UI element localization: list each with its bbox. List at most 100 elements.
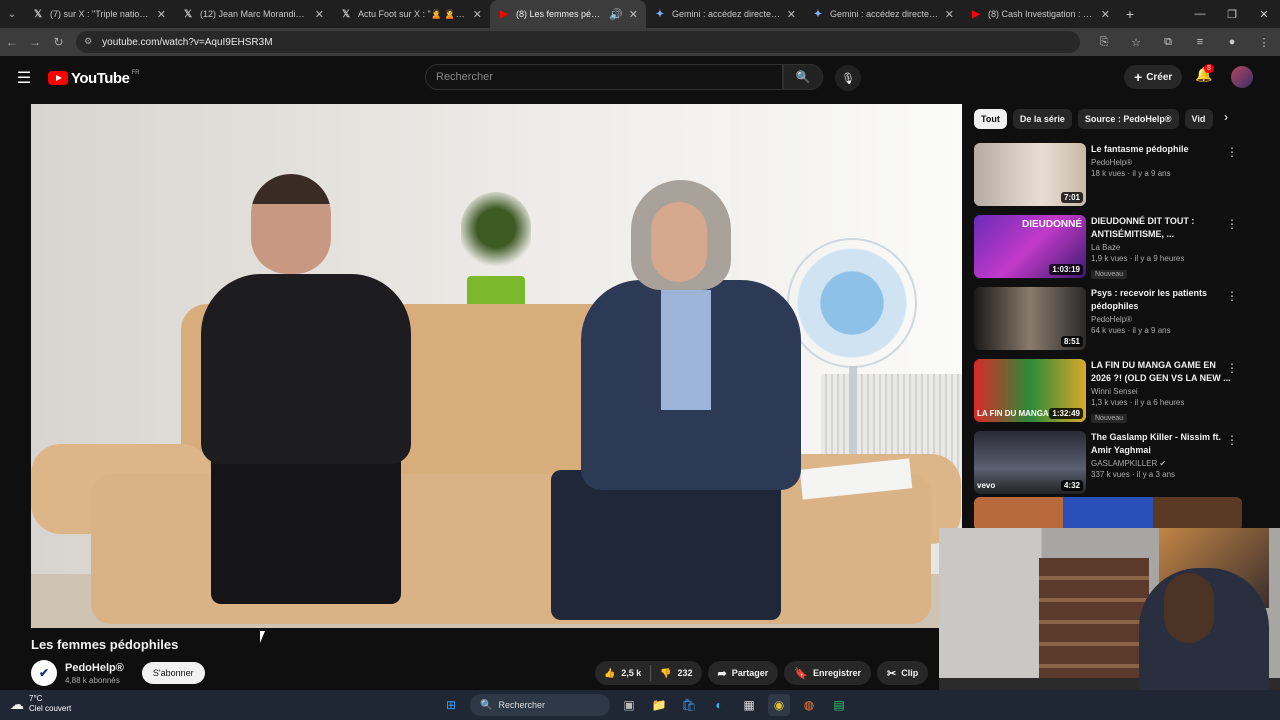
extensions-icon[interactable]: ⧉ (1152, 36, 1184, 49)
clip-button[interactable]: ✂ Clip (876, 661, 929, 685)
recommendation-item[interactable]: 7:01 Le fantasme pédophile PedoHelp® 18 … (974, 143, 1250, 207)
close-tab-icon[interactable]: ✕ (473, 8, 482, 21)
subscribe-button[interactable]: S'abonner (141, 662, 205, 684)
recommendation-item[interactable]: 8:51 Psys : recevoir les patients pédoph… (974, 287, 1250, 351)
chevron-right-icon[interactable]: › (1216, 110, 1236, 130)
tab-search-icon[interactable]: ⌄ (0, 0, 24, 28)
more-options-icon[interactable]: ⋮ (1226, 361, 1238, 375)
close-window-icon[interactable]: ✕ (1248, 8, 1280, 21)
search-button[interactable]: 🔍 (783, 64, 823, 90)
save-button[interactable]: 🔖 Enregistrer (784, 661, 871, 685)
more-options-icon[interactable]: ⋮ (1226, 145, 1238, 159)
dislike-button[interactable]: 👎 232 (651, 668, 701, 679)
bookmark-star-icon[interactable]: ☆ (1120, 36, 1152, 49)
new-tab-icon[interactable]: + (1118, 6, 1142, 22)
store-icon[interactable]: 🛍 (678, 694, 700, 716)
forward-icon[interactable]: → (23, 35, 46, 49)
tab-title: Gemini : accédez directement à (830, 9, 939, 19)
taskbar-search[interactable]: 🔍 Rechercher (470, 694, 610, 716)
recommendation-item[interactable]: DIEUDONNÉ 1:03:19 DIEUDONNÉ DIT TOUT : A… (974, 215, 1250, 279)
browser-tab[interactable]: ▶ (8) Cash Investigation : Périscol ✕ (962, 0, 1118, 28)
rec-title[interactable]: Le fantasme pédophile (1091, 143, 1231, 156)
app-icon[interactable]: ▤ (828, 694, 850, 716)
rec-channel[interactable]: Winni Sensei (1091, 387, 1231, 396)
browser-tab-active[interactable]: ▶ (8) Les femmes pédophiles 🔊 ✕ (490, 0, 646, 28)
video-thumbnail[interactable]: DIEUDONNÉ 1:03:19 (974, 215, 1086, 278)
edge-icon[interactable]: ◐ (708, 694, 730, 716)
video-frame-fan (787, 238, 917, 368)
close-tab-icon[interactable]: ✕ (629, 8, 638, 21)
close-tab-icon[interactable]: ✕ (787, 8, 796, 21)
youtube-play-icon (48, 71, 68, 85)
plus-icon: + (1134, 69, 1143, 85)
rec-title[interactable]: The Gaslamp Killer - Nissim ft. Amir Yag… (1091, 431, 1231, 457)
profile-icon[interactable]: ● (1216, 36, 1248, 49)
restore-icon[interactable]: ❐ (1216, 8, 1248, 21)
browser-tab[interactable]: ✦ Gemini : accédez directement à ✕ (804, 0, 962, 28)
video-thumbnail[interactable]: 8:51 (974, 287, 1086, 350)
rec-title[interactable]: Psys : recevoir les patients pédophiles (1091, 287, 1231, 313)
recommendations-list: 7:01 Le fantasme pédophile PedoHelp® 18 … (974, 143, 1250, 503)
browser-menu-icon[interactable]: ⋮ (1248, 36, 1280, 49)
video-thumbnail[interactable]: vevo 4:32 (974, 431, 1086, 494)
more-options-icon[interactable]: ⋮ (1226, 433, 1238, 447)
chrome-icon[interactable]: ◉ (768, 694, 790, 716)
recommendation-item[interactable]: vevo 4:32 The Gaslamp Killer - Nissim ft… (974, 431, 1250, 495)
close-tab-icon[interactable]: ✕ (945, 8, 954, 21)
speaker-icon[interactable]: 🔊 (609, 8, 623, 21)
tab-title: Actu Foot sur X : "🙎 🙎 KARI (358, 8, 467, 19)
windows-start-icon[interactable]: ⊞ (440, 694, 462, 716)
search-input[interactable]: Rechercher (425, 64, 783, 90)
task-view-icon[interactable]: ▣ (618, 694, 640, 716)
rec-title[interactable]: LA FIN DU MANGA GAME EN 2026 ?! (OLD GEN… (1091, 359, 1231, 385)
menu-icon[interactable]: ☰ (0, 68, 48, 88)
url-field[interactable]: ⚙ youtube.com/watch?v=AquI9EHSR3M (76, 31, 1081, 53)
browser-tab[interactable]: 𝕏 Actu Foot sur X : "🙎 🙎 KARI ✕ (332, 0, 490, 28)
rec-title[interactable]: DIEUDONNÉ DIT TOUT : ANTISÉMITISME, ... (1091, 215, 1231, 241)
youtube-logo[interactable]: YouTube FR (48, 70, 139, 87)
file-explorer-icon[interactable]: 📁 (648, 694, 670, 716)
more-options-icon[interactable]: ⋮ (1226, 289, 1238, 303)
install-icon[interactable]: ⎘ (1088, 36, 1120, 49)
create-button[interactable]: + Créer (1124, 65, 1183, 89)
close-tab-icon[interactable]: ✕ (1101, 8, 1110, 21)
voice-search-button[interactable]: 🎙 (835, 65, 861, 91)
share-button[interactable]: ➦ Partager (707, 661, 779, 685)
more-options-icon[interactable]: ⋮ (1226, 217, 1238, 231)
firefox-icon[interactable]: ◍ (798, 694, 820, 716)
youtube-masthead: ☰ YouTube FR Rechercher 🔍 🎙 + Créer 🔔 8 (0, 56, 1280, 100)
address-bar-row: ← → ↻ ⚙ youtube.com/watch?v=AquI9EHSR3M … (0, 28, 1280, 56)
chip-videos[interactable]: Vid (1184, 109, 1213, 129)
back-icon[interactable]: ← (0, 35, 23, 49)
minimize-icon[interactable]: — (1184, 8, 1216, 21)
recommendation-item[interactable]: LA FIN DU MANGA 1:32:49 LA FIN DU MANGA … (974, 359, 1250, 423)
x-icon: 𝕏 (183, 8, 193, 20)
browser-tab[interactable]: 𝕏 (12) Jean Marc Morandini sur X ✕ (174, 0, 332, 28)
partial-thumbnail-row[interactable] (974, 497, 1242, 531)
browser-tab[interactable]: 𝕏 (7) sur X : "Triple nationalité fra ✕ (24, 0, 174, 28)
rec-channel[interactable]: PedoHelp® (1091, 158, 1231, 167)
rec-channel[interactable]: PedoHelp® (1091, 315, 1231, 324)
video-thumbnail[interactable]: 7:01 (974, 143, 1086, 206)
weather-widget[interactable]: ☁ 7°C Ciel couvert (10, 694, 71, 714)
video-player[interactable] (31, 104, 962, 628)
account-avatar[interactable] (1231, 66, 1253, 88)
reload-icon[interactable]: ↻ (47, 35, 70, 49)
chip-all[interactable]: Tout (974, 109, 1007, 129)
chip-source[interactable]: Source : PedoHelp® (1077, 109, 1179, 129)
close-tab-icon[interactable]: ✕ (157, 8, 166, 21)
rec-channel[interactable]: GASLAMPKILLER ✔ (1091, 459, 1231, 468)
tab-title: (8) Cash Investigation : Périscol (988, 9, 1095, 19)
like-button[interactable]: 👍 2,5 k (595, 668, 650, 679)
site-info-icon[interactable]: ⚙ (84, 36, 96, 48)
rec-channel[interactable]: La Baze (1091, 243, 1231, 252)
notifications-button[interactable]: 🔔 8 (1192, 64, 1216, 90)
video-thumbnail[interactable]: LA FIN DU MANGA 1:32:49 (974, 359, 1086, 422)
apps-icon[interactable]: ▦ (738, 694, 760, 716)
media-control-icon[interactable]: ≡ (1184, 36, 1216, 49)
channel-name[interactable]: PedoHelp® (65, 662, 124, 674)
browser-tab[interactable]: ✦ Gemini : accédez directement à ✕ (646, 0, 804, 28)
chip-series[interactable]: De la série (1012, 109, 1072, 129)
channel-avatar[interactable]: ✔ (31, 660, 57, 686)
close-tab-icon[interactable]: ✕ (315, 8, 324, 21)
